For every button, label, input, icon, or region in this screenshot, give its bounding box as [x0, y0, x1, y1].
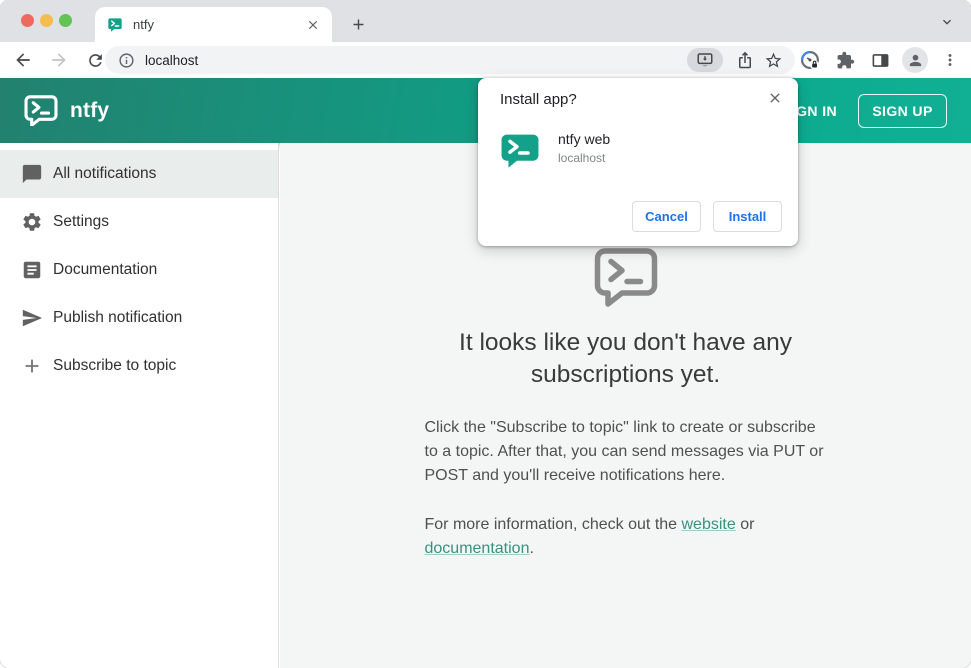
- ntfy-logo-icon: [24, 95, 58, 126]
- browser-toolbar: localhost: [0, 42, 971, 78]
- install-app-origin: localhost: [558, 151, 606, 165]
- send-icon: [20, 306, 44, 330]
- ntfy-brand: ntfy: [24, 78, 109, 143]
- install-button[interactable]: Install: [713, 201, 782, 232]
- sidebar-item-label: Publish notification: [53, 309, 183, 326]
- chat-bubble-icon: [20, 162, 44, 186]
- sidebar-item-label: Subscribe to topic: [53, 357, 177, 374]
- tab-close-icon[interactable]: [304, 16, 322, 34]
- sidebar-item-label: All notifications: [53, 165, 157, 182]
- window-close-button[interactable]: [21, 14, 34, 27]
- plus-icon: [20, 354, 44, 378]
- extension-lock-icon[interactable]: [797, 47, 823, 73]
- sidebar-item-subscribe-to-topic[interactable]: Subscribe to topic: [0, 342, 278, 390]
- dialog-close-icon[interactable]: [764, 87, 786, 109]
- more-info-text: For more information, check out the: [424, 516, 682, 533]
- window-minimize-button[interactable]: [40, 14, 53, 27]
- install-dialog-title: Install app?: [500, 91, 577, 108]
- sidebar-item-label: Settings: [53, 213, 110, 230]
- bookmark-star-icon[interactable]: [759, 47, 787, 73]
- sidebar: All notifications Settings Documentation…: [0, 143, 279, 668]
- forward-icon[interactable]: [46, 47, 72, 73]
- address-bar[interactable]: localhost: [105, 46, 795, 74]
- browser-menu-icon[interactable]: [937, 47, 963, 73]
- tab-title: ntfy: [133, 17, 154, 32]
- back-icon[interactable]: [10, 47, 36, 73]
- sidebar-item-documentation[interactable]: Documentation: [0, 246, 278, 294]
- empty-state-heading: It looks like you don't have any subscri…: [459, 329, 792, 388]
- extensions-puzzle-icon[interactable]: [832, 47, 858, 73]
- sidebar-item-label: Documentation: [53, 261, 158, 278]
- cancel-button[interactable]: Cancel: [632, 201, 701, 232]
- browser-tab-ntfy[interactable]: ntfy: [95, 7, 332, 42]
- ntfy-empty-state-icon: [425, 247, 827, 307]
- url-text: localhost: [145, 52, 199, 68]
- ntfy-favicon: [107, 17, 123, 33]
- install-app-name: ntfy web: [558, 131, 611, 147]
- sidebar-item-settings[interactable]: Settings: [0, 198, 278, 246]
- empty-state-paragraph: Click the "Subscribe to topic" link to c…: [424, 419, 824, 484]
- sidebar-item-publish-notification[interactable]: Publish notification: [0, 294, 278, 342]
- install-app-icon[interactable]: [687, 48, 723, 72]
- browser-window: ntfy localhost ntfy SIGN IN SIGN UP All …: [0, 0, 971, 668]
- sign-up-button[interactable]: SIGN UP: [858, 94, 947, 128]
- gear-icon: [20, 210, 44, 234]
- website-link[interactable]: website: [682, 516, 736, 533]
- tab-strip: ntfy: [0, 0, 971, 42]
- more-info-text: .: [529, 540, 534, 557]
- profile-avatar-icon[interactable]: [902, 47, 928, 73]
- new-tab-button[interactable]: [344, 10, 372, 38]
- ntfy-app-icon: [500, 133, 540, 175]
- tab-search-chevron-icon[interactable]: [937, 12, 957, 32]
- more-info-text: or: [735, 516, 755, 533]
- share-icon[interactable]: [731, 47, 759, 73]
- empty-state-more-info: For more information, check out the webs…: [425, 513, 827, 561]
- document-icon: [20, 258, 44, 282]
- documentation-link[interactable]: documentation: [425, 540, 530, 557]
- brand-name: ntfy: [70, 98, 110, 122]
- install-app-dialog: Install app? ntfy web localhost Cancel I…: [478, 78, 798, 246]
- window-zoom-button[interactable]: [59, 14, 72, 27]
- site-info-icon[interactable]: [117, 51, 135, 69]
- sidebar-item-all-notifications[interactable]: All notifications: [0, 150, 278, 198]
- side-panel-icon[interactable]: [867, 47, 893, 73]
